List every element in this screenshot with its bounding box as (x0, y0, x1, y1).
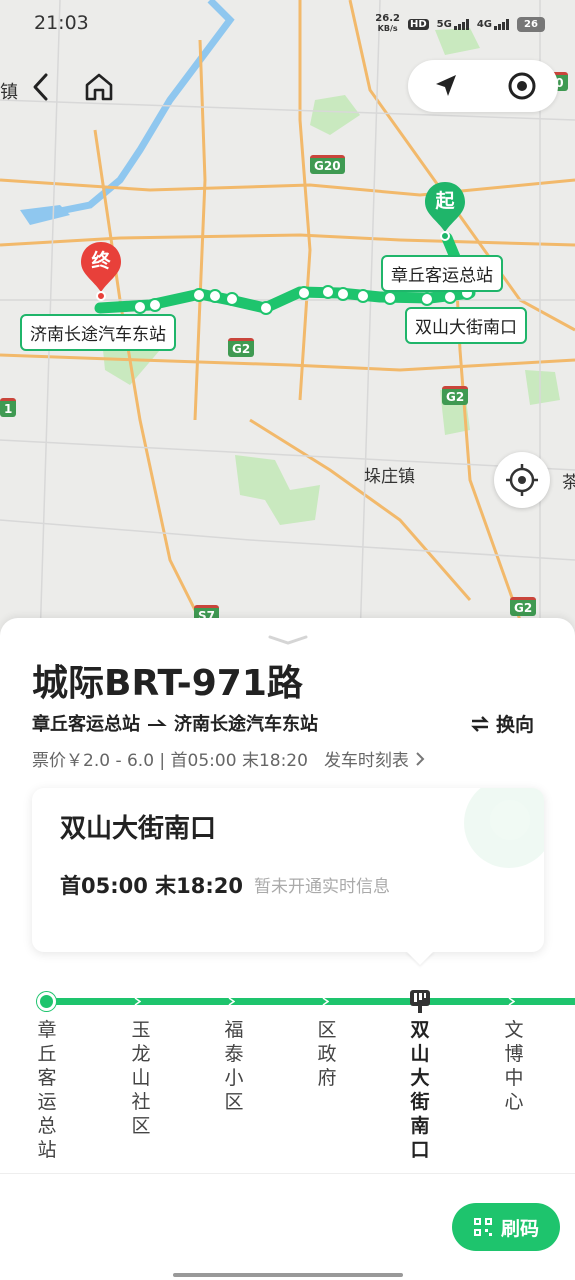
home-icon (85, 73, 113, 101)
card-stop-name: 双山大街南口 (60, 814, 217, 844)
fare-text: 票价￥2.0 - 6.0 | 首05:00 末18:20 (32, 751, 308, 771)
stop-item[interactable]: 文博中心 (499, 1018, 529, 1114)
highway-badge: G2 (442, 386, 469, 405)
card-pointer (406, 951, 434, 965)
map-station-current[interactable]: 双山大街南口 (405, 307, 527, 344)
net2-label: 4G (476, 18, 492, 30)
route-track (46, 998, 575, 1005)
switch-direction-label: 换向 (496, 714, 535, 736)
highway-badge: 1 (0, 398, 17, 417)
speed-value: 26.2 (375, 13, 400, 24)
fare-info: 票价￥2.0 - 6.0 | 首05:00 末18:20 发车时刻表 (32, 746, 425, 771)
route-detail-sheet: 城际BRT-971路 章丘客运总站 济南长途汽车东站 换向 票价￥2.0 - 6… (0, 618, 575, 1280)
stop-item[interactable]: 区政府 (312, 1018, 342, 1090)
map-tools-pill (408, 60, 558, 112)
arrow-right-icon (148, 719, 167, 726)
bottom-divider (0, 1173, 575, 1174)
direction-chevron-icon (134, 998, 141, 1005)
switch-direction-button[interactable]: 换向 (470, 710, 534, 737)
hd-icon: HD (407, 18, 429, 30)
target-button[interactable] (506, 70, 538, 102)
status-icons: 26.2 KB/s HD 5G 4G 26 (375, 14, 545, 34)
direction-chevron-icon (322, 998, 329, 1005)
map-station-end[interactable]: 济南长途汽车东站 (20, 314, 176, 351)
signal-5g-icon: 5G (436, 18, 469, 30)
home-indicator (173, 1273, 403, 1277)
schedule-link-label: 发车时刻表 (323, 751, 409, 771)
scan-pay-label: 刷码 (500, 1217, 539, 1240)
signal-4g-icon: 4G (476, 18, 509, 30)
highway-badge: G20 (310, 155, 345, 174)
direction-from: 章丘客运总站 (32, 714, 140, 735)
navigate-button[interactable] (430, 70, 462, 102)
scan-pay-button[interactable]: 刷码 (452, 1203, 560, 1251)
route-direction: 章丘客运总站 济南长途汽车东站 (32, 710, 318, 736)
start-stop-dot (37, 992, 56, 1011)
map-label-town: 垛庄镇 (364, 467, 415, 487)
stop-item[interactable]: 福泰小区 (219, 1018, 249, 1114)
stop-item-current[interactable]: 双山大街南口 (405, 1018, 435, 1162)
highway-badge: G2 (228, 338, 255, 357)
selected-stop-card[interactable]: 双山大街南口 首05:00 末18:20 暂未开通实时信息 (32, 788, 544, 952)
crosshair-icon (506, 464, 538, 496)
stop-item[interactable]: 玉龙山社区 (126, 1018, 156, 1138)
my-location-button[interactable] (494, 452, 550, 508)
highway-badge: G2 (510, 597, 537, 616)
status-bar: 21:03 26.2 KB/s HD 5G 4G 26 (0, 0, 575, 50)
map-label-edge: 茶 (562, 473, 575, 493)
swap-icon (471, 715, 489, 732)
direction-to: 济南长途汽车东站 (174, 714, 318, 735)
card-decoration (490, 800, 530, 840)
net1-label: 5G (436, 18, 452, 30)
route-title: 城际BRT-971路 (32, 663, 303, 704)
chevron-left-icon (33, 73, 48, 101)
target-icon (508, 72, 536, 100)
end-pin[interactable]: 终 (79, 240, 123, 301)
direction-chevron-icon (508, 998, 515, 1005)
bus-stop-icon (410, 990, 430, 1013)
start-pin-label: 起 (435, 190, 455, 212)
network-speed: 26.2 KB/s (375, 14, 400, 34)
stop-item[interactable]: 章丘客运总站 (32, 1018, 62, 1162)
status-time: 21:03 (34, 12, 89, 34)
start-pin[interactable]: 起 (423, 180, 467, 241)
chevron-down-icon (268, 635, 308, 645)
card-realtime-note: 暂未开通实时信息 (254, 877, 390, 897)
qr-code-icon (473, 1218, 492, 1236)
battery-icon: 26 (517, 16, 545, 32)
back-button[interactable] (26, 70, 56, 104)
navigation-arrow-icon (436, 75, 456, 96)
card-first-last: 首05:00 末18:20 (60, 874, 244, 898)
schedule-link[interactable]: 发车时刻表 (324, 746, 425, 771)
chevron-right-icon (416, 751, 425, 766)
current-stop-marker (407, 988, 433, 1014)
end-pin-label: 终 (91, 250, 111, 272)
nav-partial-text: 镇 (0, 82, 18, 103)
direction-chevron-icon (228, 998, 235, 1005)
map-station-start[interactable]: 章丘客运总站 (381, 255, 503, 292)
speed-unit: KB/s (377, 24, 398, 33)
home-button[interactable] (82, 70, 116, 104)
sheet-handle[interactable] (268, 630, 308, 645)
